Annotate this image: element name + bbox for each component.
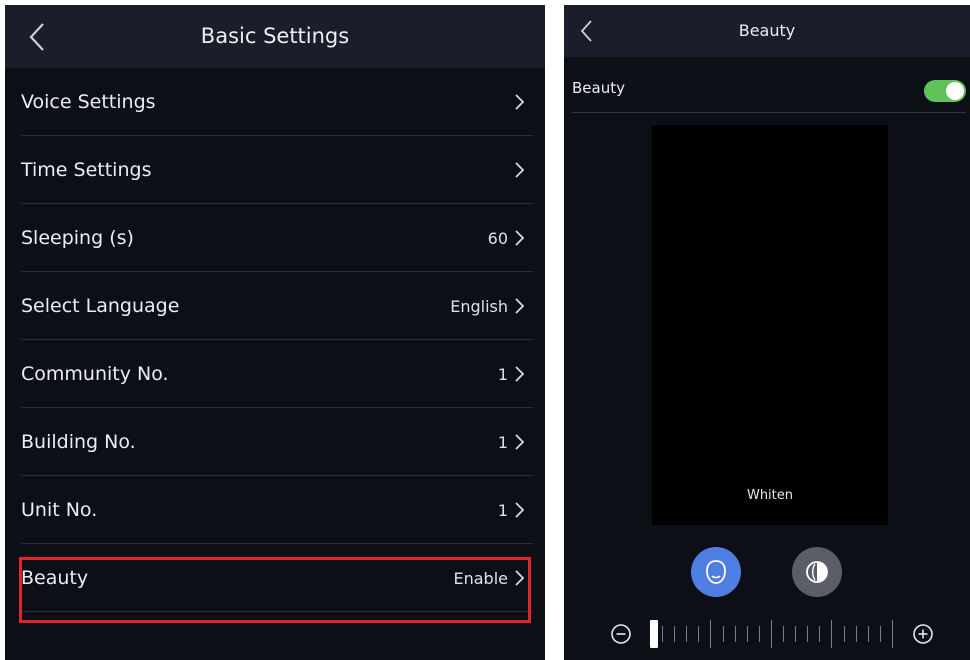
row-value: 60 [487,228,508,248]
page-title: Basic Settings [200,24,350,48]
slider-tick [771,620,772,648]
toggle-knob [946,82,964,100]
settings-row-voice-settings[interactable]: Voice Settings [5,68,545,136]
slider-tick [710,620,711,648]
settings-row-beauty[interactable]: Beauty Enable [5,544,545,612]
chevron-right-icon [515,366,525,382]
chevron-right-icon [515,502,525,518]
slider-tick [723,626,724,642]
slider-tick [759,626,760,642]
row-label: Unit No. [21,499,98,521]
chevron-right-icon [515,570,525,586]
row-value: 1 [497,500,508,520]
page-title: Beauty [738,21,796,40]
divider [572,112,966,113]
slider-tick [880,626,881,642]
basic-settings-header: Basic Settings [5,5,545,68]
row-value-group: Enable [454,564,526,592]
slider-tick [698,626,699,642]
chevron-right-icon [515,298,525,314]
row-value-group: 1 [498,360,525,388]
row-value: 1 [497,432,508,452]
beauty-toggle-switch[interactable] [924,80,966,102]
row-label: Time Settings [21,159,152,181]
row-divider [21,611,533,612]
row-label: Building No. [21,431,136,453]
camera-preview: Whiten [652,125,888,525]
slider-tick [819,626,820,642]
slider-tick [807,626,808,642]
slider-track[interactable] [650,618,904,650]
beauty-level-slider[interactable] [610,618,934,650]
slider-tick [674,626,675,642]
settings-row-building-no[interactable]: Building No. 1 [5,408,545,476]
slider-tick [892,620,893,648]
row-value-group: English [450,292,525,320]
settings-row-time-settings[interactable]: Time Settings [5,136,545,204]
plus-circle-icon[interactable] [912,623,934,645]
row-value-group [508,88,525,116]
beauty-screen: Beauty Beauty Whiten [564,5,970,660]
whiten-mode-button[interactable] [691,547,741,597]
slider-tick [844,626,845,642]
slider-tick [686,626,687,642]
row-label: Voice Settings [21,91,156,113]
row-label: Select Language [21,295,180,317]
contrast-half-icon [806,561,828,583]
slider-tick [735,626,736,642]
row-value-group: 1 [498,428,525,456]
row-value: Enable [453,568,509,588]
slider-tick [662,626,663,642]
contrast-mode-button[interactable] [792,547,842,597]
chevron-right-icon [515,94,525,110]
slider-tick [868,626,869,642]
row-label: Beauty [21,567,89,589]
settings-row-select-language[interactable]: Select Language English [5,272,545,340]
slider-tick [856,626,857,642]
settings-row-community-no[interactable]: Community No. 1 [5,340,545,408]
chevron-right-icon [515,434,525,450]
settings-row-unit-no[interactable]: Unit No. 1 [5,476,545,544]
row-label: Community No. [21,363,169,385]
slider-tick [747,626,748,642]
slider-tick [783,626,784,642]
row-value-group: 1 [498,496,525,524]
row-value-group: 60 [488,224,525,252]
beauty-toggle-row: Beauty [564,67,970,113]
chevron-right-icon [515,230,525,246]
chevron-right-icon [515,162,525,178]
effect-label: Whiten [746,488,794,503]
row-value-group [508,156,525,184]
slider-tick [831,620,832,648]
basic-settings-screen: Basic Settings Voice Settings Time Settin… [5,5,545,660]
row-label: Sleeping (s) [21,227,134,249]
minus-circle-icon[interactable] [610,623,632,645]
row-value: 1 [497,364,508,384]
beauty-toggle-label: Beauty [572,79,625,97]
row-value: English [450,296,508,316]
settings-row-sleeping-s[interactable]: Sleeping (s) 60 [5,204,545,272]
slider-tick [795,626,796,642]
face-outline-icon [706,560,726,584]
beauty-header: Beauty [564,5,970,57]
slider-handle[interactable] [650,620,658,648]
